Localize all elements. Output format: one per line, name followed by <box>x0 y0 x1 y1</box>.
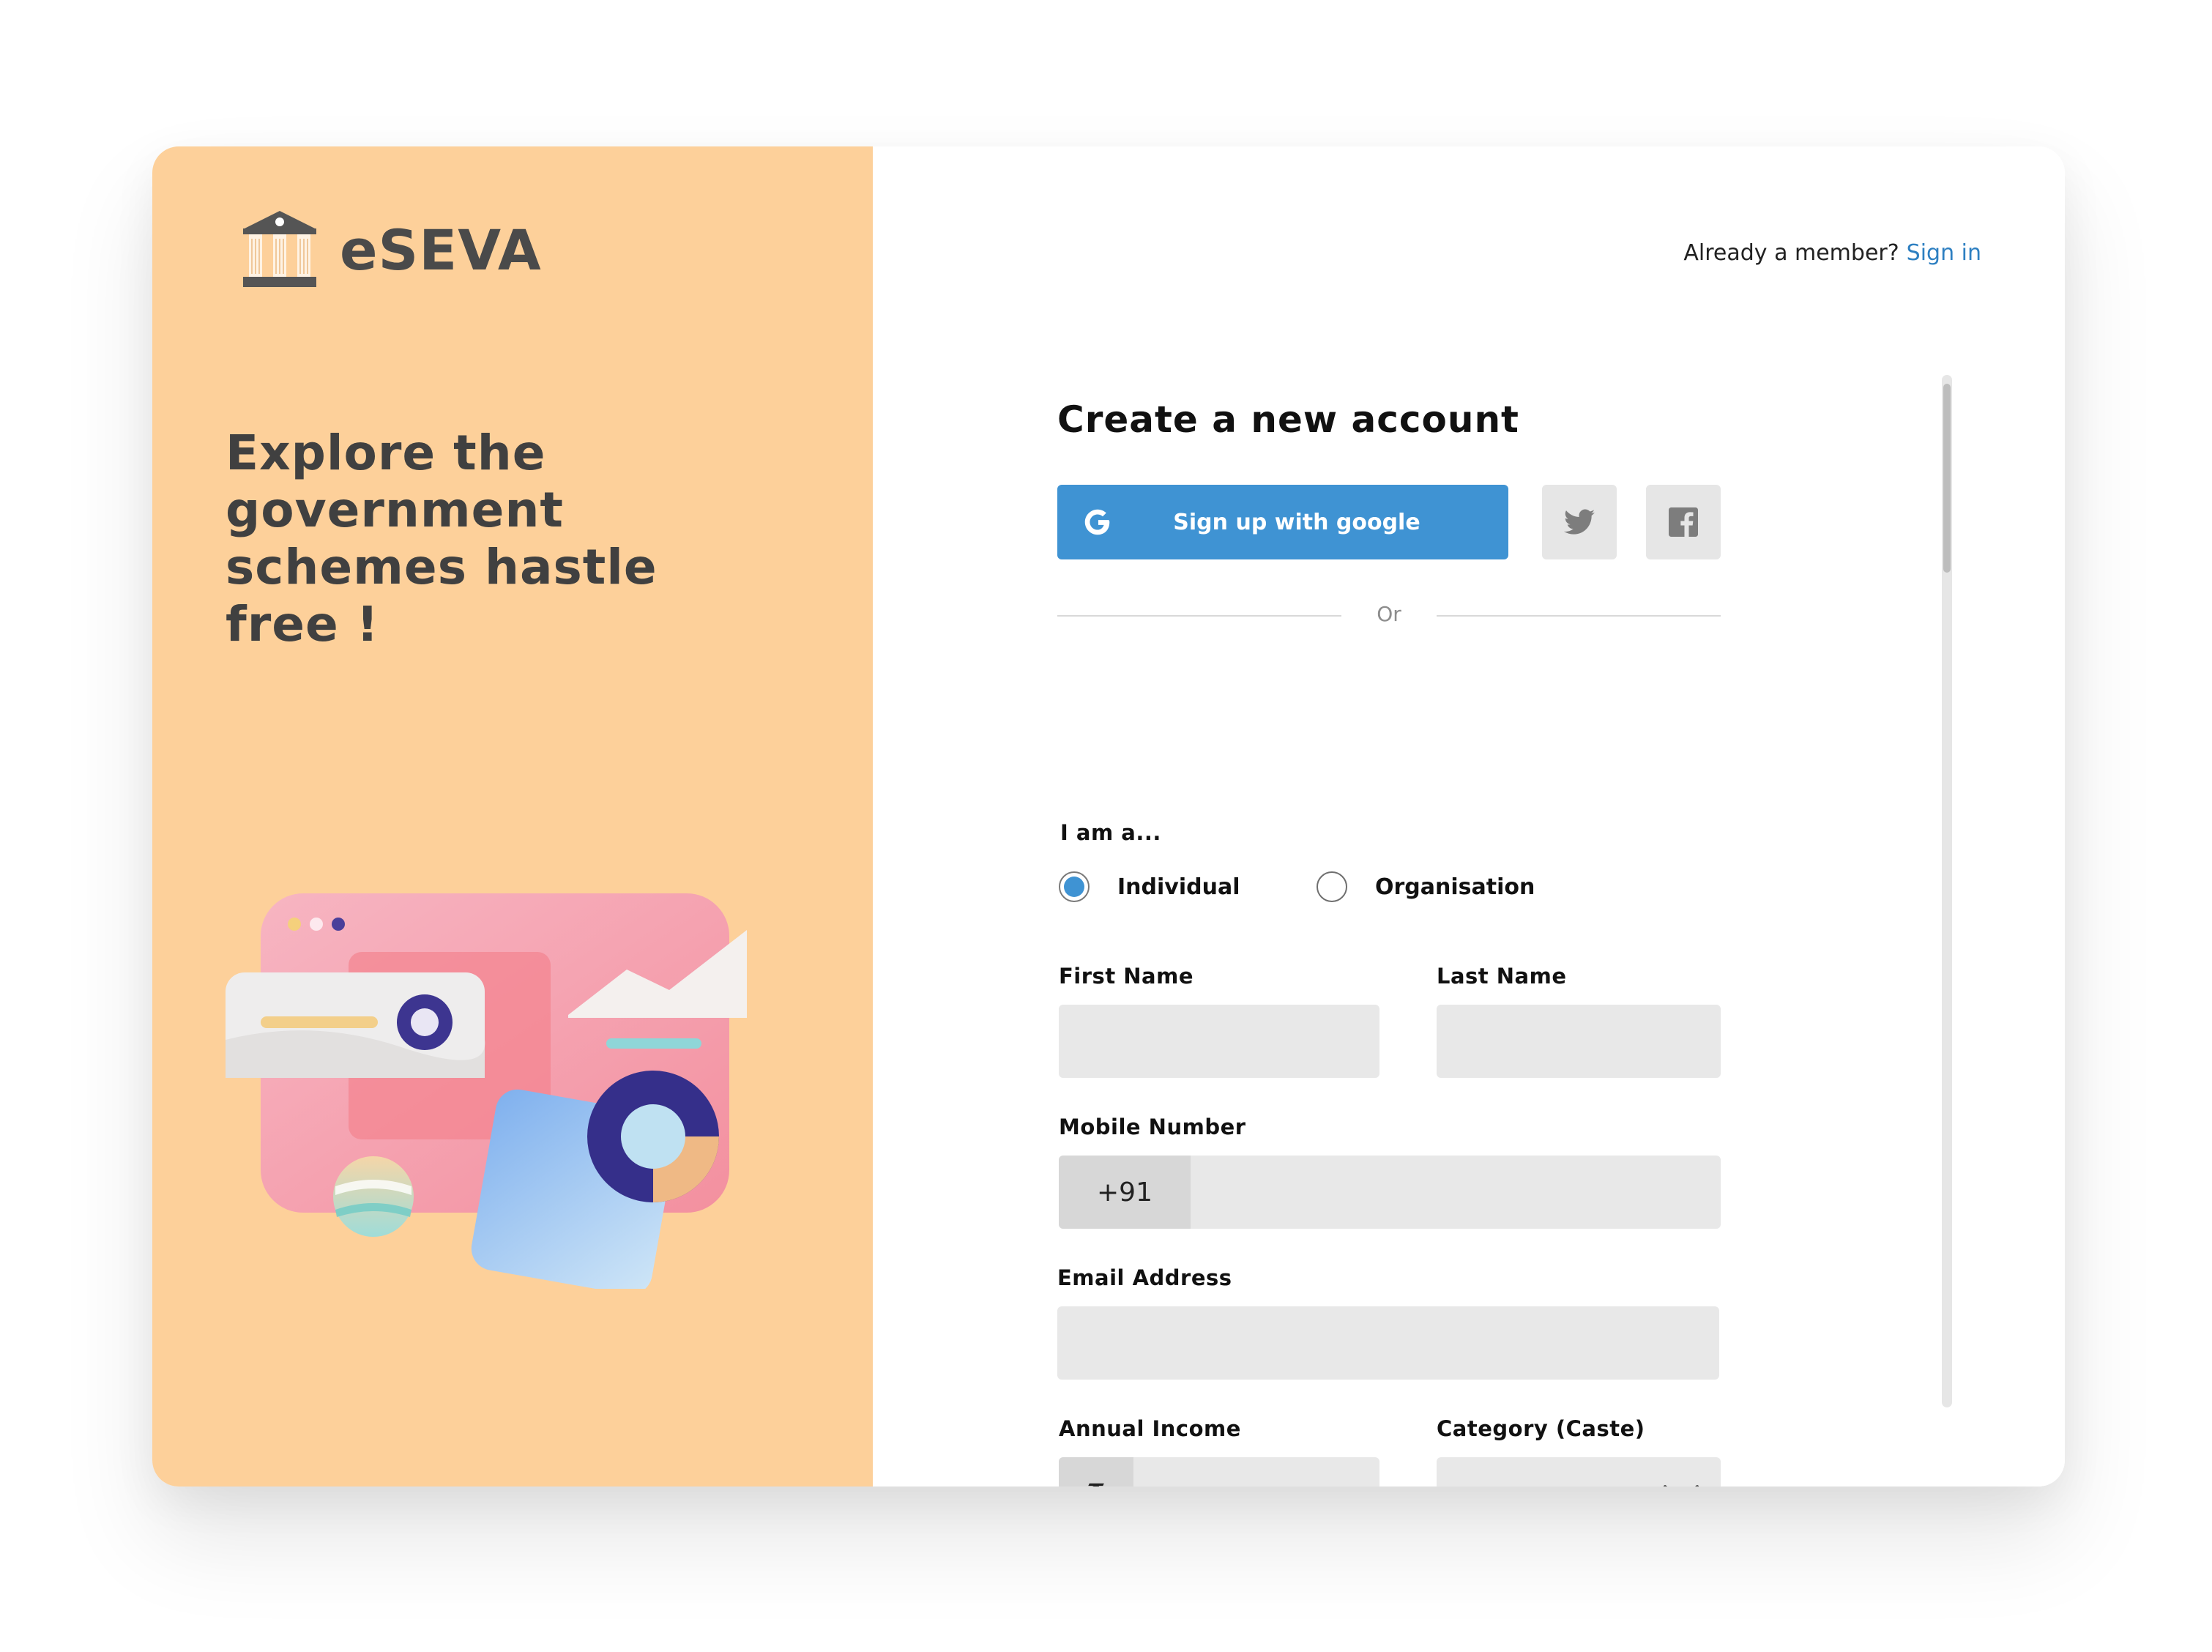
radio-button-checked[interactable] <box>1059 871 1090 902</box>
dashboard-illustration <box>226 893 747 1289</box>
annual-income-label: Annual Income <box>1059 1416 1241 1441</box>
form-title: Create a new account <box>1057 398 1519 441</box>
twitter-signup-button[interactable] <box>1542 485 1617 559</box>
form-scrollbar[interactable] <box>1942 375 1952 1407</box>
bank-building-icon <box>243 211 316 287</box>
google-icon <box>1084 509 1110 535</box>
radio-individual[interactable]: Individual <box>1059 871 1240 902</box>
sign-in-link[interactable]: Sign in <box>1907 240 1981 266</box>
divider-text: Or <box>1377 602 1401 626</box>
first-name-field[interactable] <box>1059 1005 1379 1078</box>
country-code-prefix: +91 <box>1059 1156 1191 1229</box>
last-name-field[interactable] <box>1437 1005 1721 1078</box>
last-name-label: Last Name <box>1437 964 1567 989</box>
mobile-number-label: Mobile Number <box>1059 1115 1246 1139</box>
brand-logo[interactable]: eSEVA <box>240 209 542 290</box>
form-panel: Already a member? Sign in Create a new ac… <box>873 146 2065 1487</box>
account-type-label: I am a... <box>1060 820 1161 845</box>
radio-button-unchecked[interactable] <box>1317 871 1347 902</box>
google-signup-button[interactable]: Sign up with google <box>1057 485 1508 559</box>
twitter-icon <box>1564 509 1595 535</box>
rupee-prefix: ₹ <box>1059 1457 1133 1487</box>
or-divider: Or <box>1057 600 1721 630</box>
member-question: Already a member? <box>1683 240 1899 266</box>
brand-name: eSEVA <box>340 217 542 283</box>
divider-line-right <box>1437 615 1721 617</box>
scrollbar-thumb[interactable] <box>1943 384 1951 573</box>
first-name-label: First Name <box>1059 964 1193 989</box>
facebook-signup-button[interactable] <box>1646 485 1721 559</box>
mobile-number-field[interactable]: +91 <box>1059 1156 1721 1229</box>
signup-card: eSEVA Explore the government schemes has… <box>152 146 2065 1487</box>
chevron-down-icon <box>1664 1485 1699 1487</box>
facebook-icon <box>1669 507 1698 537</box>
annual-income-field[interactable]: ₹ <box>1059 1457 1379 1487</box>
email-label: Email Address <box>1057 1265 1232 1290</box>
google-button-label: Sign up with google <box>1173 509 1420 535</box>
category-select[interactable] <box>1437 1457 1721 1487</box>
promo-panel: eSEVA Explore the government schemes has… <box>152 146 873 1487</box>
radio-label-organisation: Organisation <box>1375 874 1535 900</box>
hero-tagline: Explore the government schemes hastle fr… <box>226 425 658 652</box>
category-label: Category (Caste) <box>1437 1416 1645 1441</box>
radio-organisation[interactable]: Organisation <box>1317 871 1535 902</box>
radio-label-individual: Individual <box>1117 874 1240 900</box>
email-field[interactable] <box>1057 1306 1719 1380</box>
member-prompt: Already a member? Sign in <box>1683 240 1981 266</box>
